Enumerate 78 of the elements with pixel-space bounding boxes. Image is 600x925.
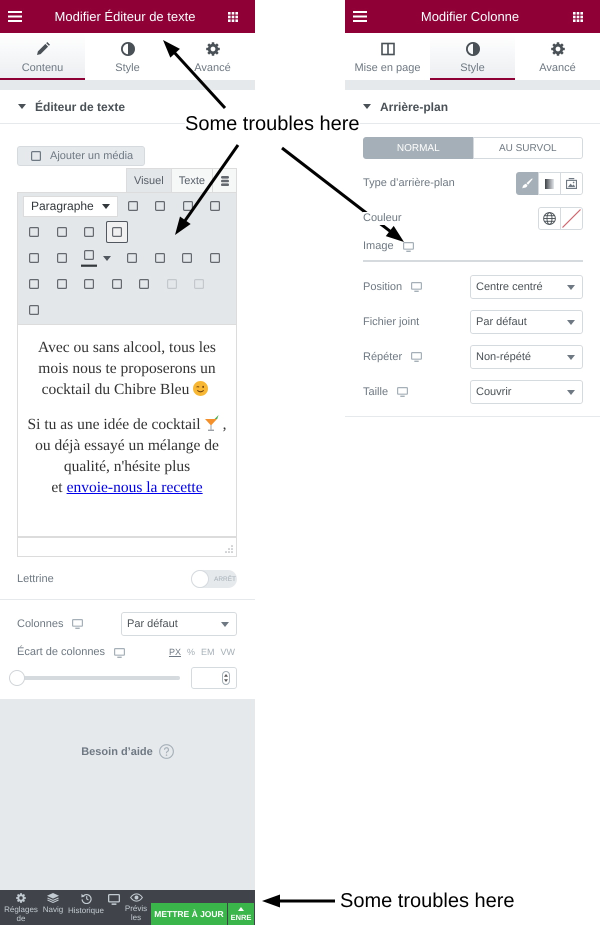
- image-icon: [566, 178, 577, 189]
- field-label: Taille: [363, 386, 388, 398]
- brush-icon: [522, 178, 533, 189]
- field-label: Type d’arrière-plan: [363, 177, 455, 190]
- pencil-icon: [36, 42, 50, 56]
- help-link[interactable]: Besoin d’aide: [81, 744, 174, 759]
- format-select[interactable]: Paragraphe: [23, 196, 118, 216]
- eye-icon: [130, 893, 142, 902]
- grid-icon[interactable]: [228, 12, 238, 22]
- select-field[interactable]: Par défaut: [470, 310, 583, 334]
- unit-option[interactable]: VW: [220, 647, 235, 658]
- select-field[interactable]: Non-répété: [470, 345, 583, 369]
- caret-icon: [567, 284, 575, 290]
- stack-icon: [220, 176, 228, 186]
- footer-button[interactable]: Prévis les: [122, 890, 150, 925]
- footer-button[interactable]: Navig: [40, 890, 66, 925]
- slider-track[interactable]: [9, 670, 180, 686]
- editor-tab[interactable]: Visuel: [126, 168, 172, 192]
- caret-icon: [567, 390, 575, 394]
- grid-icon[interactable]: [573, 12, 583, 22]
- caret-icon: [567, 320, 575, 324]
- layers-icon: [47, 893, 59, 903]
- slider-thumb[interactable]: [9, 670, 25, 686]
- field-label: Lettrine: [17, 572, 54, 586]
- select-field[interactable]: Centre centré: [470, 275, 583, 299]
- field-label: Fichier joint: [363, 316, 420, 328]
- editor-tab[interactable]: Texte: [170, 168, 213, 192]
- caret-icon: [221, 622, 229, 626]
- field-label: Couleur: [363, 212, 402, 225]
- gear-icon: [16, 893, 26, 903]
- text-editor-area[interactable]: Avec ou sans alcool, tous les mois nous te proposerons un cocktail du Chibre Bleu Si tu as une idée de cocktail , ou déjà essayé un mélange de qualité, n'hésite plus et envoie-nous la recette: [17, 325, 237, 537]
- select-field[interactable]: Par défaut: [121, 612, 237, 636]
- link[interactable]: envoie-nous la recette: [66, 479, 203, 496]
- wink-emoji-icon: [193, 381, 208, 396]
- globe-icon: [543, 212, 556, 225]
- history-icon: [80, 893, 92, 904]
- footer-button[interactable]: Réglages de: [2, 890, 40, 925]
- gear-icon: [550, 42, 564, 56]
- field-label: Colonnes: [17, 618, 64, 630]
- editor-tab[interactable]: [212, 168, 237, 192]
- menu-icon[interactable]: [353, 11, 367, 22]
- update-button[interactable]: METTRE À JOUR: [151, 903, 227, 925]
- color-picker-button[interactable]: [560, 207, 583, 230]
- global-colors-button[interactable]: [538, 207, 561, 230]
- resize-handle-icon[interactable]: [225, 545, 233, 553]
- square-icon: [31, 151, 41, 161]
- half-circle-icon: [466, 42, 480, 56]
- caret-up-icon[interactable]: [238, 906, 244, 910]
- gradient-icon: [545, 178, 554, 188]
- caret-icon: [102, 204, 110, 208]
- toolbar-button[interactable]: [106, 221, 128, 243]
- unit-option[interactable]: PX: [168, 647, 181, 658]
- field-label: Position: [363, 280, 402, 294]
- spinner-icon[interactable]: [222, 671, 230, 685]
- panel-title: Modifier Éditeur de texte: [54, 9, 196, 24]
- question-icon: [158, 744, 174, 759]
- caret-icon[interactable]: [103, 256, 112, 260]
- monitor-icon[interactable]: [108, 894, 120, 905]
- add-media-button[interactable]: Ajouter un média: [17, 146, 146, 166]
- text-color-icon[interactable]: [81, 250, 98, 266]
- field-label: Image: [363, 240, 394, 253]
- field-label: Répéter: [363, 350, 402, 364]
- unit-option[interactable]: %: [186, 647, 195, 658]
- select-field[interactable]: Couvrir: [470, 380, 583, 404]
- square-icon[interactable]: [182, 201, 193, 211]
- panel-title: Modifier Colonne: [420, 9, 520, 24]
- cocktail-icon: [204, 415, 219, 431]
- editor-paragraph: Avec ou sans alcool, tous les mois nous te proposerons un cocktail du Chibre Bleu: [37, 338, 217, 400]
- gear-icon: [206, 42, 220, 56]
- state-tab[interactable]: AU SURVOL: [472, 137, 583, 159]
- footer-button[interactable]: Historique: [66, 890, 106, 925]
- menu-icon[interactable]: [8, 11, 22, 22]
- half-circle-icon: [120, 42, 134, 56]
- editor-paragraph: Si tu as une idée de cocktail , ou déjà essayé un mélange de qualité, n'hésite plus et envoie-nous la recette: [27, 414, 227, 498]
- columns-icon: [380, 42, 394, 56]
- caret-icon: [567, 354, 575, 360]
- number-input[interactable]: [191, 667, 237, 689]
- no-color-icon: [562, 209, 581, 228]
